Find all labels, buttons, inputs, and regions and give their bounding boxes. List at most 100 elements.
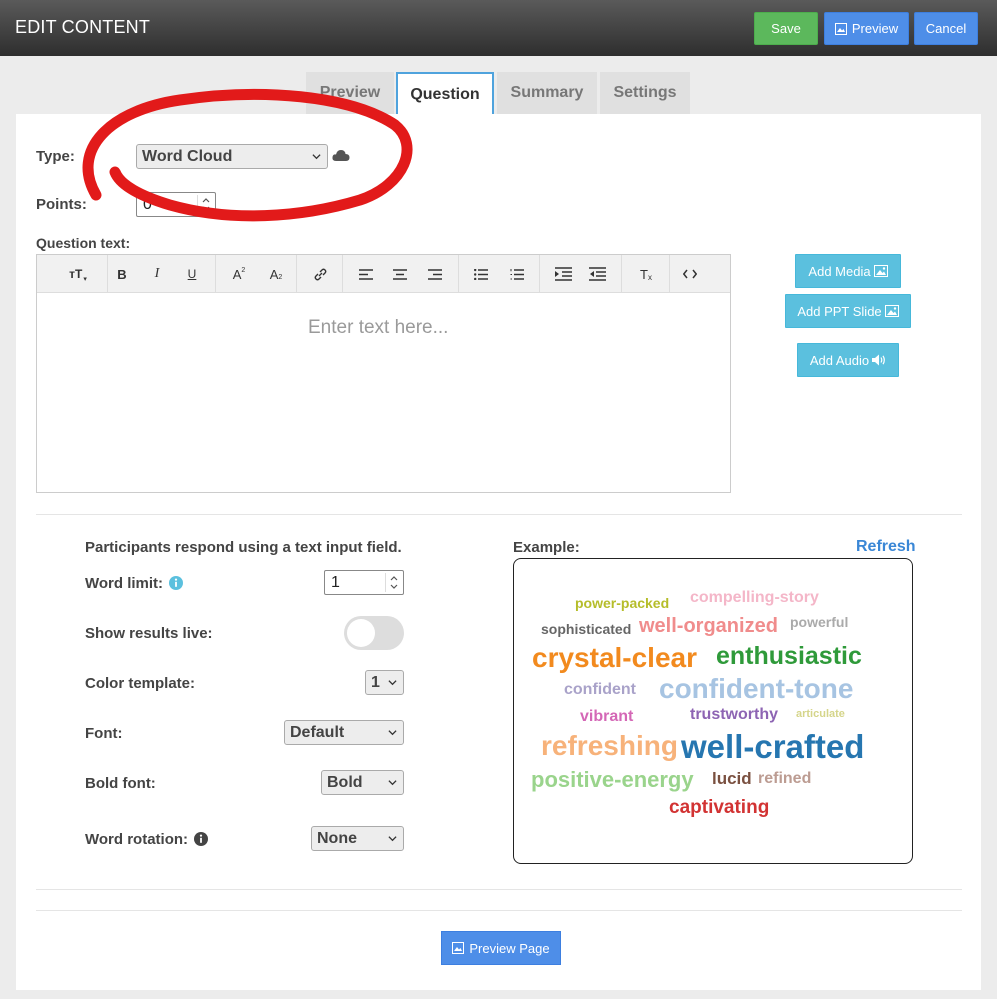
toolbar-divider — [107, 255, 108, 293]
chevron-up-icon — [390, 576, 397, 581]
superscript-icon[interactable]: A2 — [226, 261, 252, 287]
save-button[interactable]: Save — [754, 12, 818, 45]
type-label: Type: — [36, 148, 75, 165]
type-select[interactable]: Word Cloud — [136, 144, 328, 169]
link-icon[interactable] — [307, 261, 333, 287]
points-stepper[interactable] — [197, 195, 213, 214]
tab-preview[interactable]: Preview — [306, 72, 394, 114]
points-input[interactable]: 0 — [136, 192, 216, 217]
bullet-list-icon[interactable] — [468, 261, 494, 287]
cloud-word: confident-tone — [659, 673, 854, 704]
question-editor[interactable]: тT ▾ B I U A2 A2 T x Enter text here... — [36, 254, 731, 493]
editor-toolbar: тT ▾ B I U A2 A2 T x — [37, 255, 730, 293]
cloud-word: refined — [758, 770, 812, 787]
cloud-word: power-packed — [575, 595, 670, 611]
example-label: Example: — [513, 539, 580, 556]
toggle-knob — [347, 619, 375, 647]
cloud-word: powerful — [790, 614, 849, 630]
text-size-icon[interactable]: тT ▾ — [65, 261, 91, 287]
cloud-word: positive-energy — [531, 767, 694, 792]
show-results-label: Show results live: — [85, 625, 213, 642]
cloud-word: sophisticated — [541, 621, 632, 637]
chevron-down-icon — [202, 206, 209, 211]
points-label: Points: — [36, 196, 87, 213]
cloud-word: articulate — [796, 708, 845, 720]
chevron-down-icon — [388, 836, 397, 842]
cancel-button[interactable]: Cancel — [914, 12, 978, 45]
code-icon[interactable] — [677, 261, 703, 287]
word-limit-input[interactable]: 1 — [324, 570, 404, 595]
toolbar-divider — [458, 255, 459, 293]
section-divider — [36, 889, 962, 890]
show-results-toggle[interactable] — [344, 616, 404, 650]
color-template-select[interactable]: 1 — [365, 670, 404, 695]
align-left-icon[interactable] — [353, 261, 379, 287]
preview-button[interactable]: Preview — [824, 12, 909, 45]
outdent-icon[interactable] — [584, 261, 610, 287]
toolbar-divider — [669, 255, 670, 293]
info-icon[interactable] — [194, 832, 209, 846]
align-center-icon[interactable] — [387, 261, 413, 287]
cloud-word: captivating — [669, 797, 770, 818]
tab-settings[interactable]: Settings — [600, 72, 690, 114]
toolbar-divider — [342, 255, 343, 293]
font-select[interactable]: Default — [284, 720, 404, 745]
tab-question[interactable]: Question — [396, 72, 494, 116]
italic-icon[interactable]: I — [144, 261, 170, 287]
editor-placeholder: Enter text here... — [308, 317, 449, 338]
section-divider — [36, 910, 962, 911]
subscript-icon[interactable]: A2 — [263, 261, 289, 287]
align-right-icon[interactable] — [422, 261, 448, 287]
add-audio-button[interactable]: Add Audio — [797, 343, 899, 377]
cloud-word: crystal-clear — [532, 642, 698, 673]
info-icon[interactable] — [169, 576, 184, 590]
chevron-down-icon — [390, 584, 397, 589]
cloud-word: trustworthy — [690, 706, 778, 723]
toolbar-divider — [621, 255, 622, 293]
bold-font-select[interactable]: Bold — [321, 770, 404, 795]
indent-icon[interactable] — [550, 261, 576, 287]
toolbar-divider — [539, 255, 540, 293]
image-icon — [452, 942, 465, 954]
toolbar-divider — [296, 255, 297, 293]
add-ppt-slide-button[interactable]: Add PPT Slide — [785, 294, 911, 328]
refresh-link[interactable]: Refresh — [856, 538, 916, 556]
preview-page-button[interactable]: Preview Page — [441, 931, 561, 965]
toolbar-divider — [215, 255, 216, 293]
bold-icon[interactable]: B — [109, 261, 135, 287]
cloud-word: refreshing — [541, 730, 678, 761]
cloud-word: well-crafted — [681, 728, 865, 765]
chevron-down-icon — [388, 680, 397, 686]
font-label: Font: — [85, 725, 123, 742]
word-limit-stepper[interactable] — [385, 573, 401, 592]
cloud-word: confident — [564, 681, 636, 698]
tab-summary[interactable]: Summary — [497, 72, 597, 114]
color-template-label: Color template: — [85, 675, 196, 692]
cloud-word: vibrant — [580, 708, 634, 725]
word-limit-label: Word limit: — [85, 575, 184, 592]
image-icon — [834, 22, 847, 35]
image-icon — [884, 305, 899, 317]
section-divider — [36, 514, 962, 515]
response-info: Participants respond using a text input … — [85, 539, 402, 556]
cloud-icon — [332, 150, 350, 161]
chevron-down-icon — [388, 780, 397, 786]
header-bar: EDIT CONTENT Save Preview Cancel — [0, 0, 997, 56]
cloud-word: lucid — [712, 769, 752, 788]
image-icon — [873, 265, 888, 277]
numbered-list-icon[interactable] — [504, 261, 530, 287]
add-media-button[interactable]: Add Media — [795, 254, 901, 288]
page-title: EDIT CONTENT — [15, 17, 151, 37]
cloud-word: compelling-story — [690, 589, 819, 606]
clear-format-icon[interactable]: Tx — [633, 261, 659, 287]
word-rotation-select[interactable]: None — [311, 826, 404, 851]
chevron-up-icon — [202, 198, 209, 203]
bold-font-label: Bold font: — [85, 775, 156, 792]
word-rotation-label: Word rotation: — [85, 831, 209, 848]
chevron-down-icon — [312, 154, 321, 160]
cloud-word: enthusiastic — [716, 642, 862, 670]
question-text-label: Question text: — [36, 235, 131, 251]
chevron-down-icon — [388, 730, 397, 736]
word-cloud-preview: power-packed compelling-story sophistica… — [513, 558, 913, 864]
underline-icon[interactable]: U — [179, 261, 205, 287]
